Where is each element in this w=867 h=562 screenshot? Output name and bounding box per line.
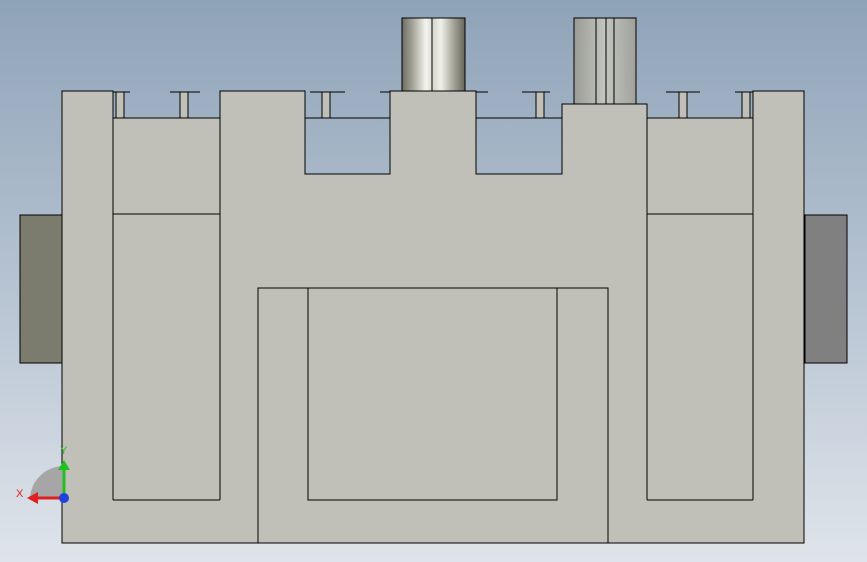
cad-viewport[interactable]: Y X — [0, 0, 867, 562]
y-axis-arrow — [58, 460, 70, 470]
z-axis-dot — [59, 493, 69, 503]
y-axis-label: Y — [60, 445, 68, 457]
triad-base-shape — [30, 465, 64, 498]
axis-triad: Y X — [16, 445, 70, 504]
x-axis-label: X — [16, 488, 24, 500]
